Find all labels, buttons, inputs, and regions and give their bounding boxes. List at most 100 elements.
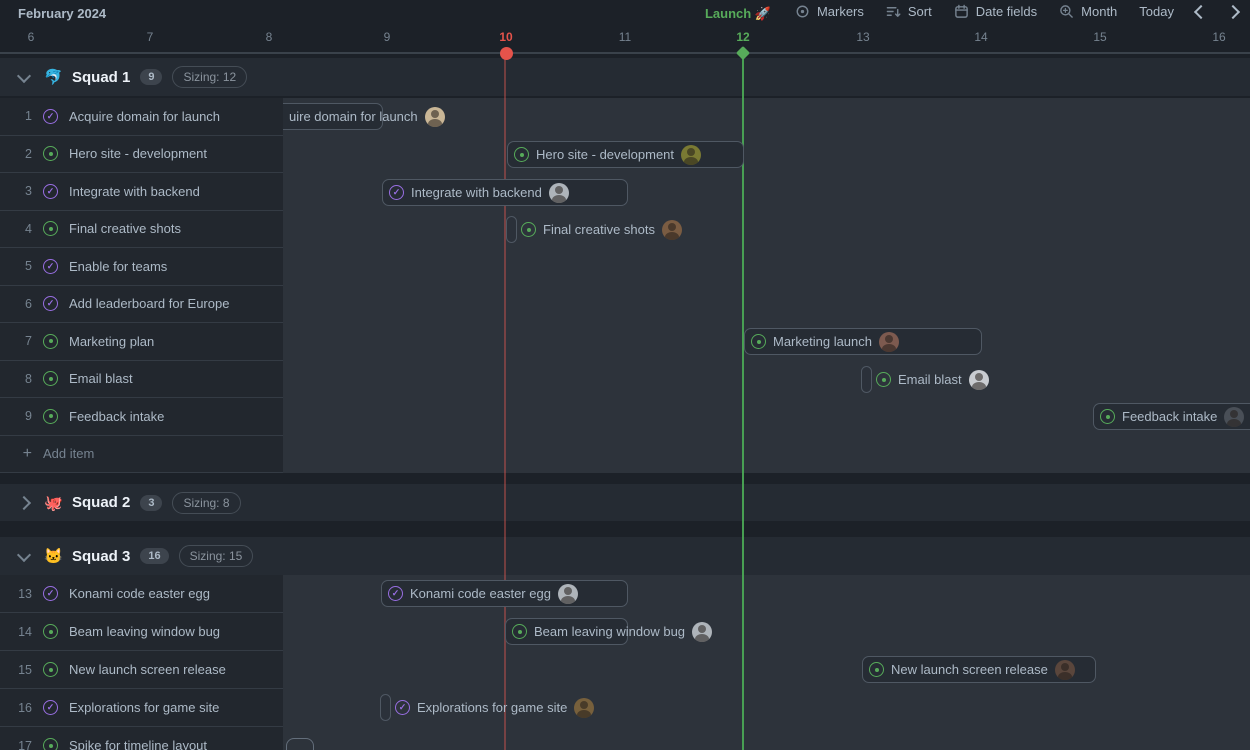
bar-label: Integrate with backend (411, 185, 542, 200)
item-number: 15 (10, 663, 32, 677)
markers-button[interactable]: Markers (795, 4, 864, 19)
day-label: 7 (147, 30, 154, 44)
day-label: 15 (1093, 30, 1106, 44)
issue-closed-icon (43, 259, 58, 274)
item-title: Add leaderboard for Europe (69, 296, 229, 311)
sort-button[interactable]: Sort (886, 4, 932, 19)
issue-open-icon (521, 222, 536, 237)
issue-open-icon (43, 662, 58, 677)
list-item[interactable]: 6 Add leaderboard for Europe (0, 286, 283, 324)
timeline-bar-handle[interactable] (861, 366, 872, 393)
avatar (681, 145, 701, 165)
avatar (558, 584, 578, 604)
timeline-bar[interactable]: Marketing launch (744, 328, 982, 355)
prev-button[interactable] (1196, 7, 1206, 17)
sizing-badge: Sizing: 15 (179, 545, 254, 567)
timeline-bar[interactable]: Feedback intake (1093, 403, 1250, 430)
zoom-in-icon (1059, 4, 1074, 19)
day-label: 14 (974, 30, 987, 44)
bar-label: Beam leaving window bug (534, 624, 685, 639)
item-number: 4 (10, 222, 32, 236)
item-number: 14 (10, 625, 32, 639)
today-button[interactable]: Today (1139, 4, 1174, 19)
item-number: 13 (10, 587, 32, 601)
list-item[interactable]: 15 New launch screen release (0, 651, 283, 689)
list-item[interactable]: 14 Beam leaving window bug (0, 613, 283, 651)
list-item[interactable]: 3 Integrate with backend (0, 173, 283, 211)
list-item[interactable]: 2 Hero site - development (0, 136, 283, 174)
issue-open-icon (43, 624, 58, 639)
item-number: 7 (10, 334, 32, 348)
timeline-bar-label: Explorations for game site (395, 694, 594, 721)
avatar (662, 220, 682, 240)
item-number: 1 (10, 109, 32, 123)
avatar (1224, 407, 1244, 427)
avatar (1055, 660, 1075, 680)
chevron-down-icon[interactable] (14, 74, 34, 81)
bar-label: Konami code easter egg (410, 586, 551, 601)
count-badge: 9 (140, 69, 162, 85)
item-number: 17 (10, 739, 32, 750)
timeline-bar-handle[interactable] (380, 694, 391, 721)
group-emoji: 🐱 (44, 547, 62, 565)
count-badge: 3 (140, 495, 162, 511)
group-title: Squad 2 (72, 494, 130, 511)
list-item[interactable]: 7 Marketing plan (0, 323, 283, 361)
list-item[interactable]: 8 Email blast (0, 361, 283, 399)
issue-open-icon (43, 146, 58, 161)
add-item-label: Add item (43, 446, 94, 461)
today-marker-dot[interactable] (500, 47, 513, 60)
calendar-icon (954, 4, 969, 19)
issue-closed-icon (388, 586, 403, 601)
group-header-squad-2: 🐙 Squad 2 3 Sizing: 8 (0, 484, 1250, 521)
timeline-bar[interactable]: Hero site - development (507, 141, 744, 168)
today-marker-line (504, 53, 506, 750)
list-item[interactable]: 1 Acquire domain for launch (0, 98, 283, 136)
item-number: 6 (10, 297, 32, 311)
list-item[interactable]: 9 Feedback intake (0, 398, 283, 436)
item-number: 9 (10, 409, 32, 423)
avatar (969, 370, 989, 390)
chevron-right-icon[interactable] (14, 498, 34, 508)
item-title: Spike for timeline layout (69, 738, 207, 750)
timeline-bar[interactable]: Konami code easter egg (381, 580, 628, 607)
zoom-level-button[interactable]: Month (1059, 4, 1117, 19)
list-item[interactable]: 16 Explorations for game site (0, 689, 283, 727)
list-item[interactable]: 5 Enable for teams (0, 248, 283, 286)
issue-closed-icon (395, 700, 410, 715)
item-title: Enable for teams (69, 259, 167, 274)
item-number: 3 (10, 184, 32, 198)
timeline-bar[interactable]: Beam leaving window bug (505, 618, 628, 645)
scroll-to-bar-button[interactable]: ← (286, 738, 314, 750)
plus-icon: + (10, 446, 32, 462)
timeline-bar[interactable]: Integrate with backend (382, 179, 628, 206)
item-title: Explorations for game site (69, 700, 219, 715)
issue-closed-icon (43, 586, 58, 601)
timeline-bar[interactable]: uire domain for launch (283, 103, 383, 130)
item-title: Feedback intake (69, 409, 164, 424)
issue-open-icon (43, 409, 58, 424)
month-label: February 2024 (18, 6, 106, 21)
next-button[interactable] (1228, 7, 1238, 17)
add-item-button[interactable]: + Add item (0, 436, 283, 474)
list-item[interactable]: 17 Spike for timeline layout (0, 727, 283, 750)
issue-open-icon (869, 662, 884, 677)
list-item[interactable]: 13 Konami code easter egg (0, 575, 283, 613)
bar-label: Email blast (898, 372, 962, 387)
list-item[interactable]: 4 Final creative shots (0, 211, 283, 249)
item-title: Acquire domain for launch (69, 109, 220, 124)
count-badge: 16 (140, 548, 168, 564)
date-fields-button[interactable]: Date fields (954, 4, 1037, 19)
bar-label: Hero site - development (536, 147, 674, 162)
sort-icon (886, 4, 901, 19)
timeline-bar-handle[interactable] (506, 216, 517, 243)
item-title: Konami code easter egg (69, 586, 210, 601)
item-number: 2 (10, 147, 32, 161)
timeline-bar[interactable]: New launch screen release (862, 656, 1096, 683)
roadmap-view: 🐬 Squad 1 9 Sizing: 12 🐙 Squad 2 3 Sizin… (0, 0, 1250, 750)
issue-open-icon (876, 372, 891, 387)
sizing-badge: Sizing: 12 (172, 66, 247, 88)
chevron-down-icon[interactable] (14, 553, 34, 560)
group-title: Squad 3 (72, 548, 130, 565)
chevron-right-icon (1226, 4, 1240, 18)
